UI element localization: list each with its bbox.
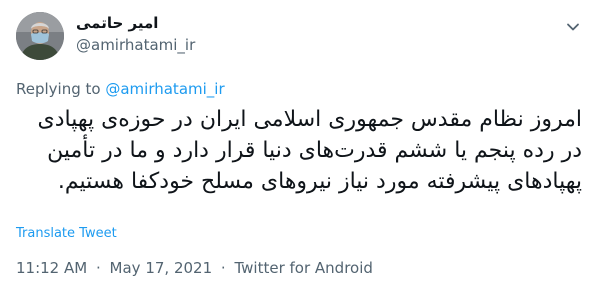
tweet-date[interactable]: May 17, 2021	[110, 259, 213, 277]
tweet-meta: 11:12 AM · May 17, 2021 · Twitter for An…	[16, 259, 373, 277]
replying-to: Replying to @amirhatami_ir	[16, 80, 225, 98]
reply-mention-link[interactable]: @amirhatami_ir	[105, 80, 224, 98]
tweet-text: امروز نظام مقدس جمهوری اسلامی ایران در ح…	[37, 107, 582, 194]
tweet-source[interactable]: Twitter for Android	[234, 259, 372, 277]
meta-separator: ·	[95, 259, 101, 277]
replying-prefix: Replying to	[16, 80, 101, 98]
meta-separator: ·	[220, 259, 226, 277]
avatar[interactable]	[16, 12, 64, 60]
avatar-photo	[16, 12, 64, 60]
chevron-down-icon[interactable]	[562, 16, 584, 38]
translate-tweet-link[interactable]: Translate Tweet	[16, 226, 117, 241]
author-name[interactable]: امیر حاتمی	[76, 14, 158, 32]
tweet-card: امیر حاتمی @amirhatami_ir Replying to @a…	[0, 0, 598, 291]
author-handle[interactable]: @amirhatami_ir	[76, 36, 195, 54]
tweet-time[interactable]: 11:12 AM	[16, 259, 87, 277]
